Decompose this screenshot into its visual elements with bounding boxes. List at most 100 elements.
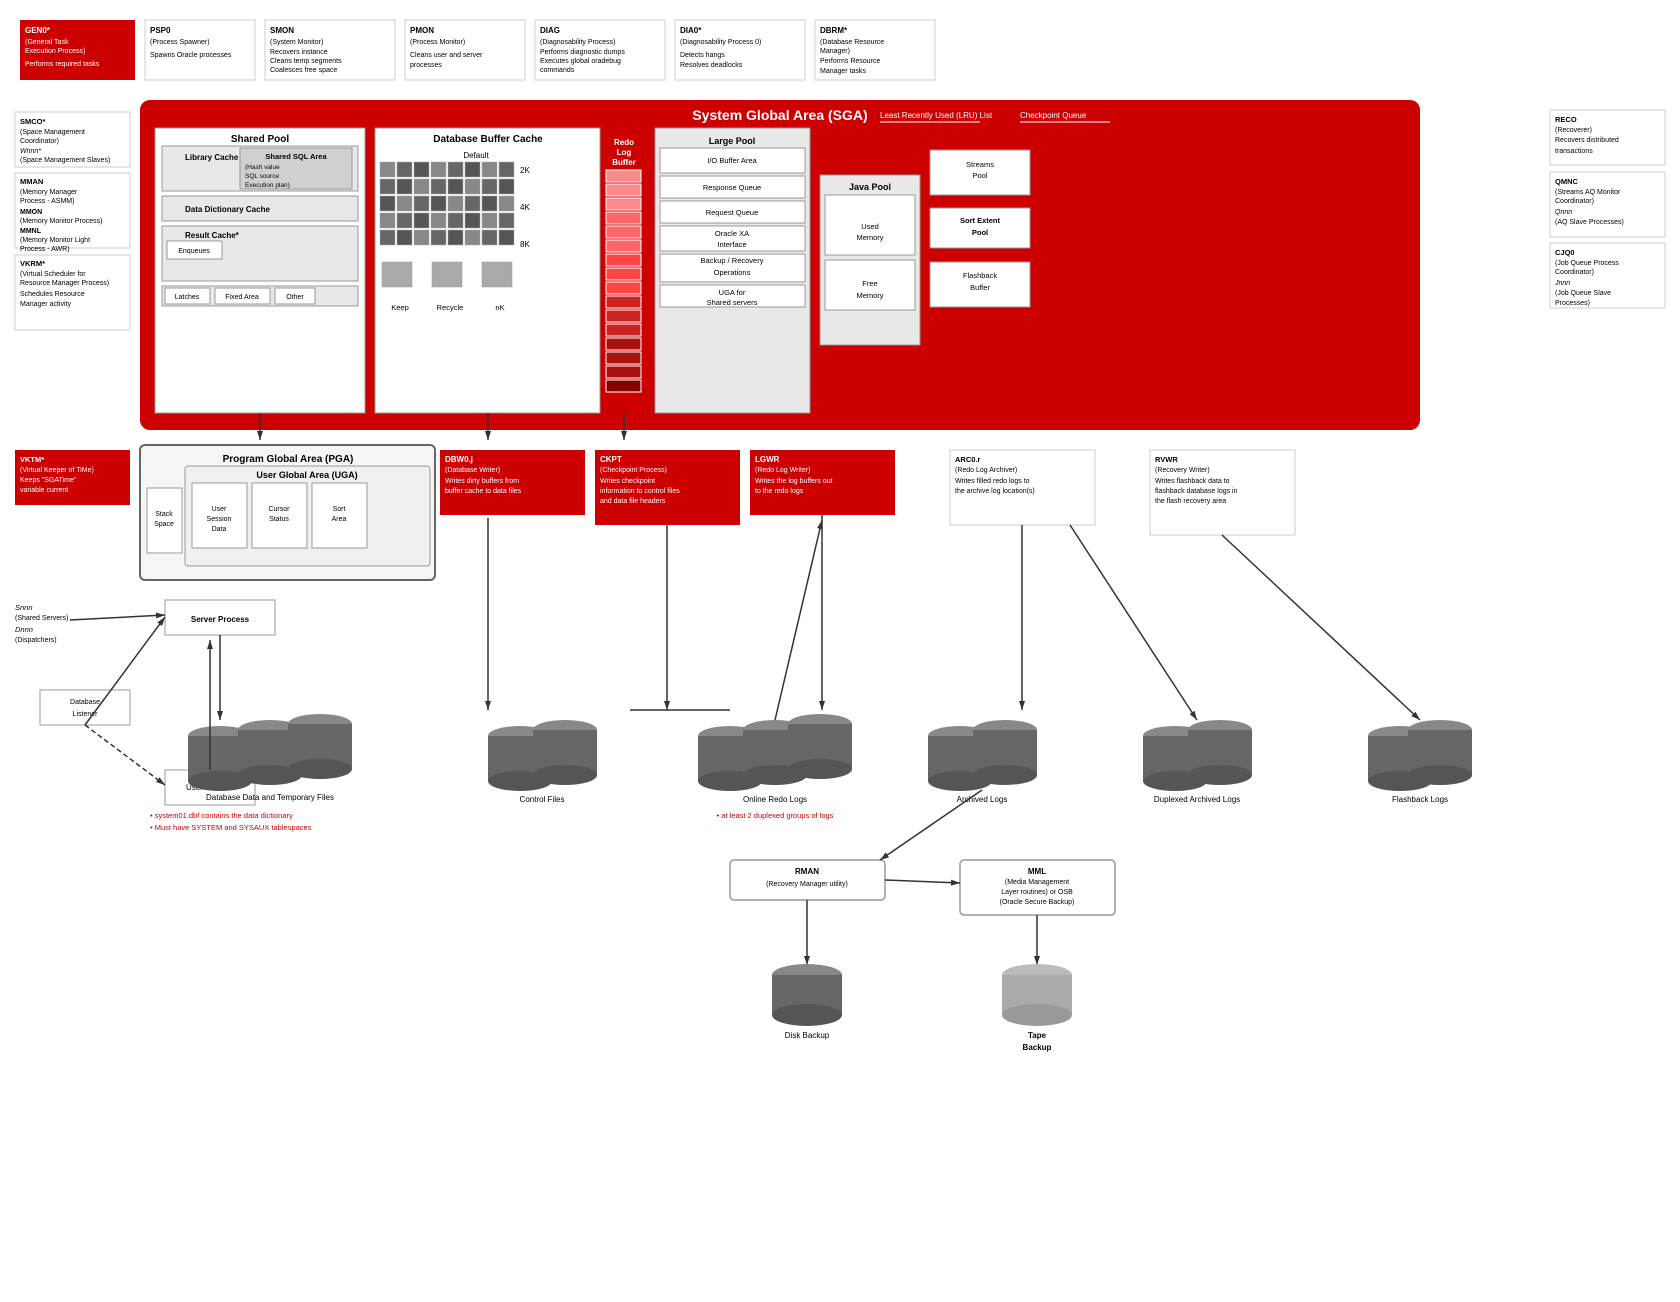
diag-desc3: commands [540, 67, 575, 74]
ckpt-desc2: information to control files [600, 488, 680, 495]
default-label: Default [463, 151, 489, 160]
redo-block-14 [606, 352, 641, 364]
lgwr-desc2: to the redo logs [755, 488, 804, 495]
bc-r2c7 [482, 179, 497, 194]
cursor-status-label2: Status [269, 516, 289, 523]
uga-title: User Global Area (UGA) [256, 470, 357, 480]
arrow-snnn-server [70, 615, 165, 620]
oracle-xa-label2: Interface [717, 240, 746, 249]
bc-r2c5 [448, 179, 463, 194]
bc-r1c2 [397, 162, 412, 177]
redo-block-1 [606, 170, 641, 182]
snnn-label: Snnn [15, 603, 33, 612]
fixed-area-label: Fixed Area [225, 294, 259, 301]
psp0-subtitle: (Process Spawner) [150, 39, 210, 46]
redo-block-5 [606, 226, 641, 238]
smco-label: SMCO* [20, 117, 46, 126]
dbrm-subtitle2: Manager) [820, 48, 850, 55]
bc-r4c3 [414, 213, 429, 228]
dbwr-desc1: Writes dirty buffers from [445, 478, 519, 485]
ctlfile-label: Control Files [520, 795, 565, 804]
redo-log-buffer-title: Redo [614, 138, 634, 147]
vktm-desc1: Keeps "SGATime" [20, 477, 77, 484]
lgwr-desc1: Writes the log buffers out [755, 478, 833, 485]
free-memory-label: Free [862, 279, 877, 288]
rman-box [730, 860, 885, 900]
smon-desc1: Recovers instance [270, 49, 328, 56]
ckpt-subtitle: (Checkpoint Process) [600, 467, 667, 474]
qmnc-subtitle2: Coordinator) [1555, 198, 1594, 205]
arclog-cyl2-bottom [973, 765, 1037, 785]
recycle-label: Recycle [437, 303, 464, 312]
redo-block-9 [606, 282, 641, 294]
bc-r3c4 [431, 196, 446, 211]
rvwr-subtitle: (Recovery Writer) [1155, 467, 1210, 474]
qmnc-label: QMNC [1555, 177, 1578, 186]
arrow-arclog-rman [880, 790, 982, 860]
fblog-label: Flashback Logs [1392, 795, 1448, 804]
arrow-listener-user [85, 725, 165, 785]
large-pool-title: Large Pool [709, 136, 756, 146]
bc-r1c3 [414, 162, 429, 177]
db-buffer-cache-title: Database Buffer Cache [433, 134, 543, 145]
cjq0-subtitle2: Coordinator) [1555, 269, 1594, 276]
smon-desc2: Cleans temp segments [270, 58, 342, 65]
db-listener-label1: Database [70, 699, 100, 706]
gen0-subtitle1: (General Task [25, 39, 69, 46]
redo-block-8 [606, 268, 641, 280]
shared-pool-title: Shared Pool [231, 134, 290, 145]
snnn-subtitle: (Shared Servers) [15, 615, 68, 622]
redo-block-16 [606, 380, 641, 392]
mman-subtitle2: Process - ASMM) [20, 198, 74, 205]
redo-block-3 [606, 198, 641, 210]
tape-backup-label: Tape [1028, 1031, 1047, 1040]
pmon-desc2: processes [410, 62, 442, 69]
redo-block-15 [606, 366, 641, 378]
fblog-cyl2-bottom [1408, 765, 1472, 785]
bc-r2c8 [499, 179, 514, 194]
redo-block-4 [606, 212, 641, 224]
bc-r2c3 [414, 179, 429, 194]
psp0-desc: Spawns Oracle processes [150, 52, 232, 59]
bc-r3c2 [397, 196, 412, 211]
mmnl-subtitle1: (Memory Monitor Light [20, 237, 90, 244]
tape-backup-label2: Backup [1023, 1043, 1052, 1052]
cjq0-jnnn: Jnnn [1554, 280, 1570, 287]
stack-space-label1: Stack [155, 511, 173, 518]
bc-r2c1 [380, 179, 395, 194]
redo-block-2 [606, 184, 641, 196]
used-memory-label2: Memory [856, 233, 883, 242]
uga-shared-label2: Shared servers [707, 298, 758, 307]
redo-block-10 [606, 296, 641, 308]
dia0-name: DIA0* [680, 26, 702, 35]
request-queue-label: Request Queue [706, 208, 759, 217]
qmnc-subtitle1: (Streams AQ Monitor [1555, 189, 1621, 196]
bc-r2c6 [465, 179, 480, 194]
mmon-label: MMON [20, 209, 42, 216]
nk-label: nK [495, 303, 504, 312]
gen0-desc: Performs required tasks [25, 61, 100, 68]
cjq0-jnnn-desc: (Job Queue Slave [1555, 290, 1611, 297]
disk-backup-bottom [772, 1004, 842, 1026]
cjq0-subtitle1: (Job Queue Process [1555, 260, 1619, 267]
lru-label: Least Recently Used (LRU) List [880, 111, 993, 120]
disk-backup-label: Disk Backup [785, 1031, 830, 1040]
lgwr-subtitle: (Redo Log Writer) [755, 467, 811, 474]
vkrm-label: VKRM* [20, 259, 45, 268]
arrow-rman-mml [885, 880, 960, 883]
ckpt-label: CKPT [600, 455, 622, 464]
bc-r4c6 [465, 213, 480, 228]
smon-desc3: Coalesces free space [270, 67, 337, 74]
bc-r1c8 [499, 162, 514, 177]
bc-r5c3 [414, 230, 429, 245]
dbwr-subtitle: (Database Writer) [445, 467, 500, 474]
bc-r3c8 [499, 196, 514, 211]
diag-name: DIAG [540, 26, 560, 35]
backup-recovery-label2: Operations [714, 268, 751, 277]
arc-desc1: Writes filled redo logs to [955, 478, 1030, 485]
redo-log-buffer-title2: Log [617, 148, 632, 157]
bc-r4c7 [482, 213, 497, 228]
sort-extent-label1: Sort Extent [960, 216, 1001, 225]
bc-r3c1 [380, 196, 395, 211]
cursor-status-label1: Cursor [268, 506, 290, 513]
